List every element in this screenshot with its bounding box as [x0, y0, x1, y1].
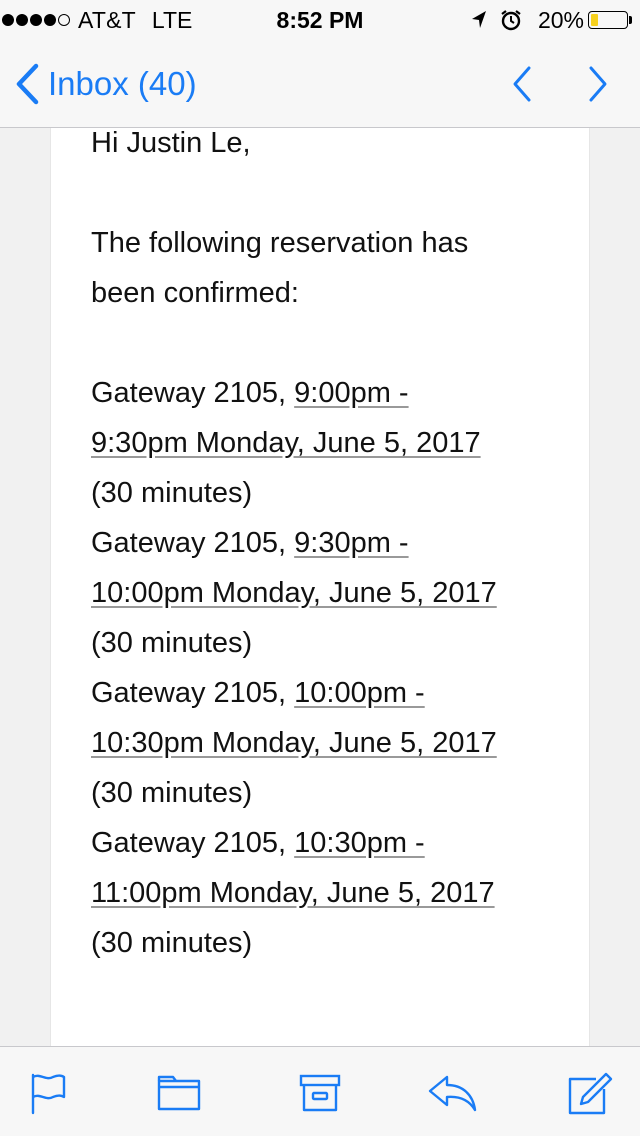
battery-icon — [588, 11, 628, 29]
reservation-duration: (30 minutes) — [91, 927, 253, 959]
flag-icon — [31, 1073, 66, 1115]
battery-level — [591, 14, 598, 26]
compose-icon — [568, 1072, 613, 1115]
email-body: Hi Justin Le, The following reservation … — [91, 128, 561, 968]
intro-text-line-1: The following reservation has — [91, 227, 469, 259]
compose-button[interactable] — [566, 1069, 614, 1117]
move-to-folder-button[interactable] — [155, 1069, 203, 1117]
reservation-time-link[interactable]: 9:30pm Monday, June 5, 2017 — [91, 427, 481, 459]
reservation-time-link[interactable]: 10:30pm Monday, June 5, 2017 — [91, 727, 497, 759]
greeting: Hi Justin Le, — [91, 128, 251, 159]
reservation-time-link[interactable]: 9:00pm - — [294, 377, 408, 409]
chevron-right-icon — [589, 66, 607, 102]
reservation-time-link[interactable]: 9:30pm - — [294, 527, 408, 559]
reservation-item: Gateway 2105, 9:00pm - 9:30pm Monday, Ju… — [91, 368, 561, 518]
archive-icon — [299, 1074, 341, 1112]
room-name: Gateway 2105, — [91, 677, 295, 709]
reservation-time-link[interactable]: 10:00pm Monday, June 5, 2017 — [91, 577, 497, 609]
alarm-clock-icon — [500, 9, 522, 31]
next-message-button[interactable] — [578, 64, 618, 104]
battery-percentage: 20% — [537, 6, 584, 33]
reservation-duration: (30 minutes) — [91, 627, 253, 659]
previous-message-button[interactable] — [502, 64, 542, 104]
reservation-duration: (30 minutes) — [91, 477, 253, 509]
chevron-left-icon — [513, 66, 531, 102]
back-to-inbox-button[interactable]: Inbox (40) — [14, 62, 197, 106]
reservation-time-link[interactable]: 11:00pm Monday, June 5, 2017 — [91, 877, 495, 909]
battery-cap — [629, 16, 632, 24]
navigation-bar: Inbox (40) — [0, 40, 640, 128]
email-body-card: Hi Justin Le, The following reservation … — [50, 128, 590, 1046]
folder-icon — [157, 1075, 201, 1111]
status-right: 20% — [470, 7, 632, 33]
reservation-time-link[interactable]: 10:30pm - — [294, 827, 425, 859]
reservation-item: Gateway 2105, 10:00pm - 10:30pm Monday, … — [91, 668, 561, 818]
location-arrow-icon — [470, 10, 488, 30]
reservation-item: Gateway 2105, 9:30pm - 10:00pm Monday, J… — [91, 518, 561, 668]
room-name: Gateway 2105, — [91, 827, 295, 859]
reply-button[interactable] — [426, 1069, 480, 1117]
room-name: Gateway 2105, — [91, 377, 295, 409]
flag-button[interactable] — [24, 1069, 72, 1117]
room-name: Gateway 2105, — [91, 527, 295, 559]
intro-text-line-2: been confirmed: — [91, 277, 299, 309]
reservation-time-link[interactable]: 10:00pm - — [294, 677, 425, 709]
archive-button[interactable] — [296, 1069, 344, 1117]
reservation-duration: (30 minutes) — [91, 777, 253, 809]
back-button-label: Inbox (40) — [48, 65, 197, 102]
status-bar: AT&T LTE 8:52 PM 20% — [0, 0, 640, 40]
bottom-toolbar — [0, 1046, 640, 1136]
message-content[interactable]: Hi Justin Le, The following reservation … — [0, 128, 640, 1046]
reply-icon — [428, 1075, 477, 1112]
reservation-item: Gateway 2105, 10:30pm - 11:00pm Monday, … — [91, 818, 561, 968]
chevron-left-icon — [16, 63, 39, 105]
